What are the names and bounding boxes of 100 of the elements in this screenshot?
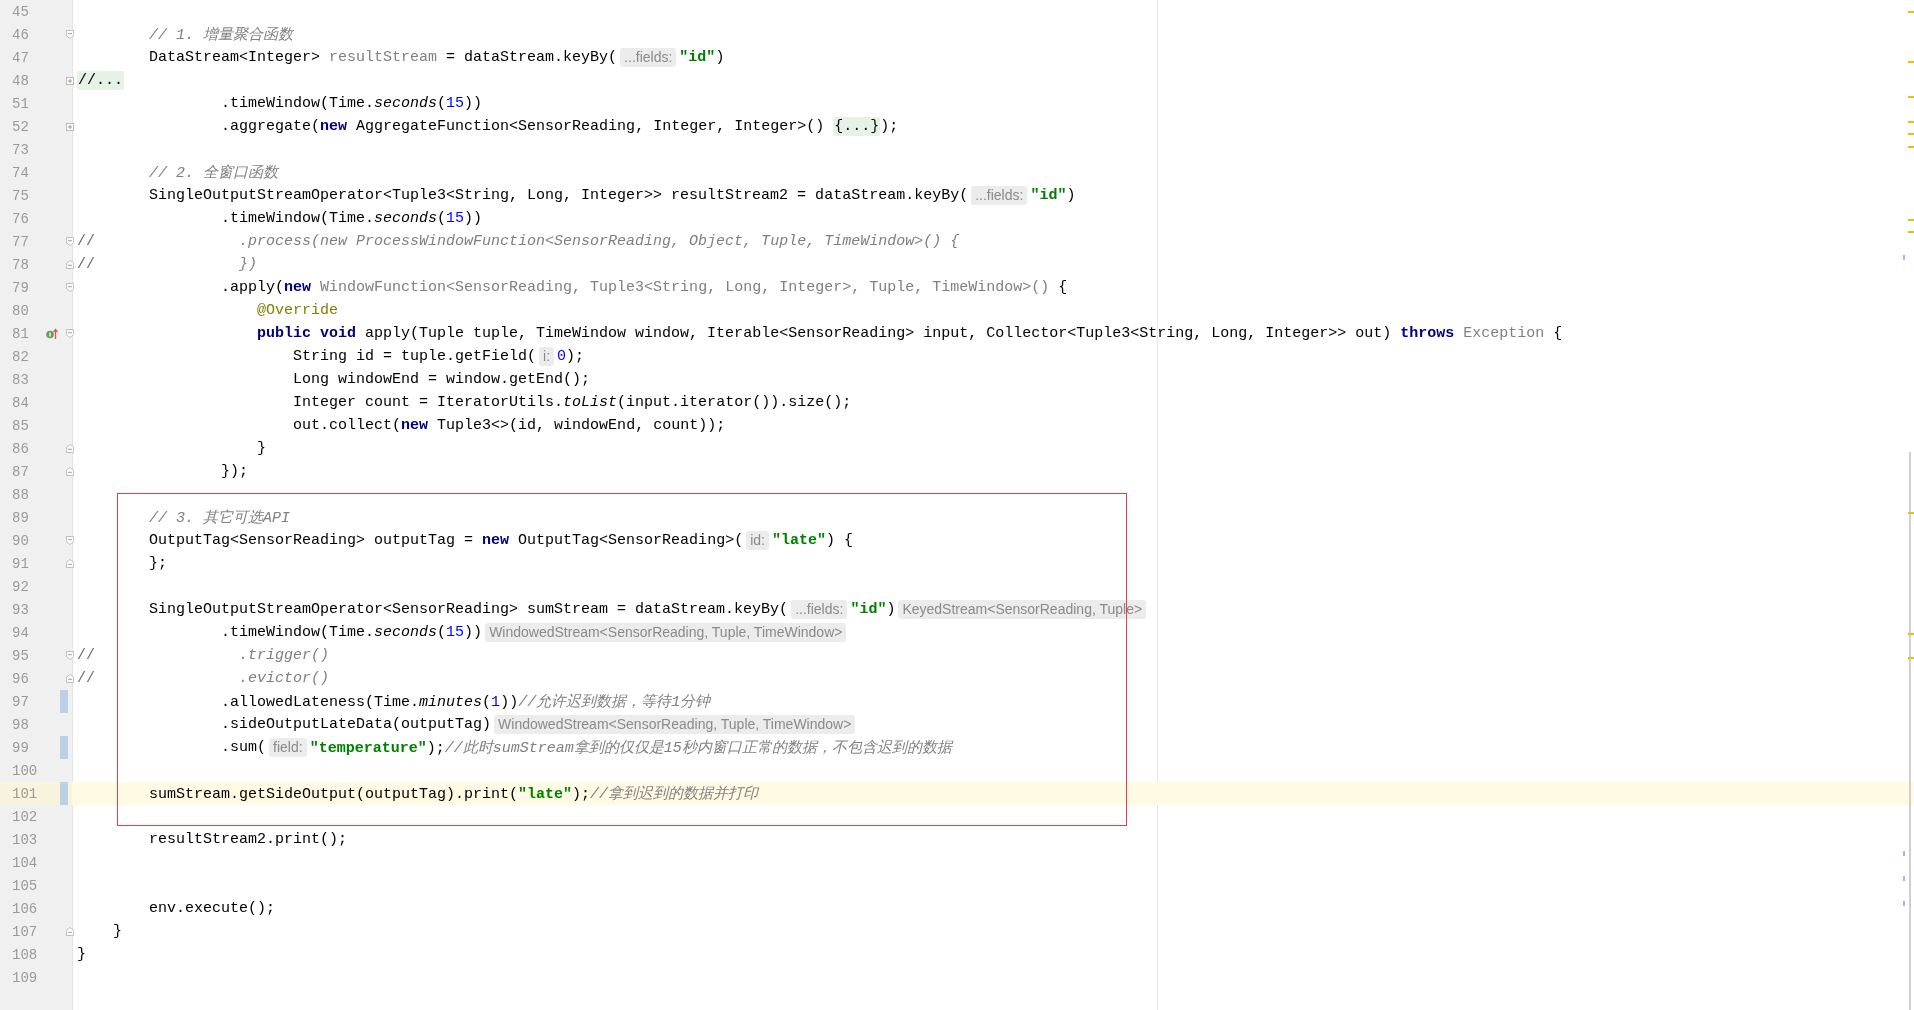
line-number: 95 [11,647,30,664]
code-text: @Override [257,302,339,319]
code-text: .sideOutputLateData(outputTag) [221,716,492,733]
folded-code[interactable]: {...} [833,117,881,136]
code-text: resultStream2.print(); [149,831,348,848]
fold-marker-icon[interactable] [66,443,74,454]
line-number: 100 [11,762,39,779]
line-number: 101 [11,785,39,802]
line-number: 87 [11,463,30,480]
code-text: .timeWindow(Time.seconds(15)) [221,210,483,227]
line-number: 92 [11,578,30,595]
line-number: 45 [11,3,30,20]
line-number: 86 [11,440,30,457]
override-method-icon[interactable] [46,327,58,340]
code-text: sumStream.getSideOutput(outputTag).print("late");//拿到迟到的数据并打印 [149,784,759,803]
fold-marker-icon[interactable] [66,75,74,86]
line-number: 75 [11,187,30,204]
fold-marker-icon[interactable] [66,236,74,247]
code-text: env.execute(); [149,900,276,917]
fold-marker-icon[interactable] [66,650,74,661]
code-text: "id") [679,49,725,66]
line-number: 78 [11,256,30,273]
line-number: 103 [11,831,39,848]
line-number: 82 [11,348,30,365]
inlay-hint: ...fields: [791,600,848,619]
inlay-hint: ...fields: [620,48,677,67]
line-number: 106 [11,900,39,917]
line-number: 97 [11,693,30,710]
code-text: .apply(new WindowFunction<SensorReading, Tuple3<String, Long, Integer>, Tuple, TimeWindow>() { [221,279,1068,296]
fold-marker-icon[interactable] [66,259,74,270]
code-text: "temperature");//此时sumStream拿到的仅仅是15秒内窗口正常的数据，不包含迟到的数据 [309,738,952,757]
folded-code[interactable]: //... [77,71,124,90]
line-number: 81 [11,325,30,342]
fold-marker-icon[interactable] [66,282,74,293]
inlay-hint: field: [269,738,307,757]
code-text: 0); [557,348,585,365]
code-text: // 2. 全窗口函数 [149,163,279,182]
line-number: 90 [11,532,30,549]
code-text: // .trigger() [77,647,330,664]
line-number: 84 [11,394,30,411]
code-text: }); [221,463,249,480]
fold-marker-icon[interactable] [66,466,74,477]
code-text: .timeWindow(Time.seconds(15)) [221,624,483,641]
inlay-hint: WindowedStream<SensorReading, Tuple, TimeWindow> [485,623,847,642]
line-number: 88 [11,486,30,503]
line-number: 102 [11,808,39,825]
line-number: 74 [11,164,30,181]
inlay-hint: id: [746,531,769,550]
line-number: 96 [11,670,30,687]
code-text: Integer count = IteratorUtils.toList(input.iterator()).size(); [293,394,852,411]
code-text: // 3. 其它可选API [149,508,291,527]
fold-marker-icon[interactable] [66,926,74,937]
line-number: 76 [11,210,30,227]
code-text: .aggregate(new AggregateFunction<SensorReading, Integer, Integer>() [221,118,826,135]
line-number: 79 [11,279,30,296]
fold-marker-icon[interactable] [66,558,74,569]
fold-marker-icon[interactable] [66,121,74,132]
change-marker [60,736,68,759]
code-text: OutputTag<SensorReading> outputTag = new OutputTag<SensorReading>( [149,532,744,549]
line-number: 83 [11,371,30,388]
code-text: } [113,923,123,940]
code-text: ); [880,118,899,135]
line-number: 89 [11,509,30,526]
line-number: 51 [11,95,30,112]
code-text: SingleOutputStreamOperator<Tuple3<String, Long, Integer>> resultStream2 = dataStream.keyBy( [149,187,969,204]
line-number: 107 [11,923,39,940]
code-text: // }) [77,256,258,273]
code-text: "late") { [771,532,853,549]
fold-marker-icon[interactable] [66,29,74,40]
line-number: 99 [11,739,30,756]
code-text: String id = tuple.getField( [293,348,537,365]
fold-marker-icon[interactable] [66,673,74,684]
code-text: .allowedLateness(Time.minutes(1))//允许迟到数据，等待1分钟 [221,692,711,711]
inlay-hint: ...fields: [971,186,1028,205]
line-number: 91 [11,555,30,572]
line-number: 73 [11,141,30,158]
line-number: 80 [11,302,30,319]
code-text: .sum( [221,739,267,756]
line-number: 98 [11,716,30,733]
line-number: 108 [11,946,39,963]
line-number: 47 [11,49,30,66]
code-text: } [257,440,267,457]
line-number: 48 [11,72,30,89]
change-marker [60,690,68,713]
line-number: 109 [11,969,39,986]
line-number: 46 [11,26,30,43]
fold-marker-icon[interactable] [66,328,74,339]
code-text: DataStream<Integer> resultStream = dataStream.keyBy( [149,49,618,66]
fold-marker-icon[interactable] [66,535,74,546]
change-marker [60,782,68,805]
code-text: }; [149,555,168,572]
code-text: "id") [850,601,896,618]
line-number: 93 [11,601,30,618]
code-text: Long windowEnd = window.getEnd(); [293,371,591,388]
line-number: 94 [11,624,30,641]
code-text: out.collect(new Tuple3<>(id, windowEnd, count)); [293,417,726,434]
inlay-hint: i: [539,347,555,366]
line-number: 104 [11,854,39,871]
code-text: // .process(new ProcessWindowFunction<SensorReading, Object, Tuple, TimeWindow>() { [77,233,960,250]
line-number: 52 [11,118,30,135]
